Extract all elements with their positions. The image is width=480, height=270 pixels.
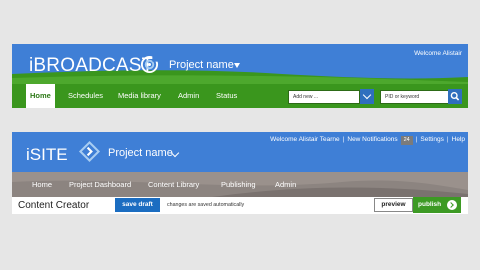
chevron-down-icon xyxy=(362,90,372,100)
nav-tab-schedules[interactable]: Schedules xyxy=(64,84,107,108)
nav-tab-admin[interactable]: Admin xyxy=(275,172,296,197)
nav-tab-project-dashboard[interactable]: Project Dashboard xyxy=(69,172,131,197)
separator: | xyxy=(342,136,345,143)
ibroadcast-logo: iBROADCAST xyxy=(29,55,154,76)
broadcast-target-icon xyxy=(140,55,159,74)
page-title: Content Creator xyxy=(18,200,90,211)
nav-tab-home[interactable]: Home xyxy=(32,172,52,197)
ibroadcast-nav: Home Schedules Media library Admin Statu… xyxy=(12,84,468,108)
add-new-select[interactable]: Add new ... xyxy=(288,90,360,104)
search-button[interactable] xyxy=(448,89,462,104)
ibroadcast-header: iBROADCAST Project name Welcome Alistair xyxy=(12,44,468,84)
caret-down-icon[interactable] xyxy=(234,63,240,68)
content-creator-toolbar: Content Creator save draft changes are s… xyxy=(12,197,468,214)
notifications-count-badge[interactable]: 24 xyxy=(400,135,413,145)
nav-tab-admin[interactable]: Admin xyxy=(174,84,203,108)
notifications-link[interactable]: New Notifications xyxy=(347,135,397,145)
isite-panel: iSITE Project name Welcome Alistair Tear… xyxy=(12,132,468,214)
project-name-selector[interactable]: Project name xyxy=(108,147,173,160)
publish-label: publish xyxy=(418,201,442,208)
welcome-text: Welcome Alistair xyxy=(414,50,462,57)
add-new-dropdown-button[interactable] xyxy=(360,89,374,104)
separator: | xyxy=(415,136,418,143)
search-input[interactable]: PID or keyword xyxy=(380,90,449,104)
nav-tab-home[interactable]: Home xyxy=(26,84,55,108)
nav-tab-publishing[interactable]: Publishing xyxy=(221,172,256,197)
isite-logo: iSITE xyxy=(26,145,68,164)
help-link[interactable]: Help xyxy=(452,135,465,145)
publish-button[interactable]: publish xyxy=(413,197,461,213)
preview-button[interactable]: preview xyxy=(374,198,413,212)
project-name-selector[interactable]: Project name xyxy=(169,59,234,72)
isite-header: iSITE Project name Welcome Alistair Tear… xyxy=(12,132,468,172)
nav-tab-content-library[interactable]: Content Library xyxy=(148,172,199,197)
welcome-text: Welcome Alistair Tearne xyxy=(270,136,340,143)
nav-tab-status[interactable]: Status xyxy=(212,84,241,108)
nav-tab-media-library[interactable]: Media library xyxy=(114,84,165,108)
isite-nav: Home Project Dashboard Content Library P… xyxy=(12,172,468,197)
search-icon xyxy=(450,92,460,101)
ibroadcast-panel: iBROADCAST Project name Welcome Alistair… xyxy=(12,44,468,108)
diamond-arrows-icon xyxy=(78,140,101,163)
separator: | xyxy=(446,136,449,143)
autosave-status-text: changes are saved automatically xyxy=(167,202,245,208)
arrow-right-icon xyxy=(447,200,457,210)
settings-link[interactable]: Settings xyxy=(420,135,444,145)
isite-utility-bar: Welcome Alistair Tearne | New Notificati… xyxy=(270,135,465,145)
save-draft-button[interactable]: save draft xyxy=(115,198,160,212)
